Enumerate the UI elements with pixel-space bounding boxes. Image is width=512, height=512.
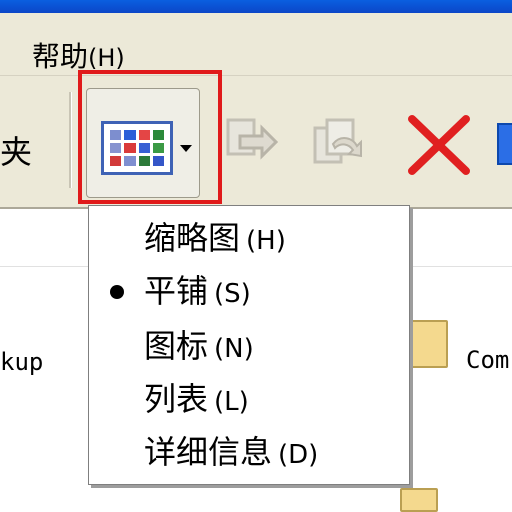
selected-bullet-icon <box>110 285 124 299</box>
toolbar-separator <box>69 92 72 188</box>
menu-help-accel: (H) <box>88 44 125 72</box>
view-menu-item-accel: (L) <box>214 387 249 417</box>
undo-icon[interactable] <box>497 123 512 165</box>
folder-icon[interactable] <box>410 320 448 368</box>
file-name-fragment-right[interactable]: Com <box>466 346 509 374</box>
menu-bar: 帮助(H) <box>0 13 512 76</box>
delete-icon[interactable] <box>404 113 474 177</box>
window-title-bar <box>0 0 512 13</box>
view-menu-item-accel: (D) <box>278 440 319 470</box>
view-menu-item-thumbnails[interactable]: 缩略图 (H) <box>144 220 286 259</box>
view-menu-item-label: 图标 <box>144 327 209 365</box>
view-menu-item-label: 缩略图 <box>144 219 241 257</box>
view-menu-item-accel: (N) <box>214 334 254 364</box>
view-menu-item-label: 平铺 <box>144 272 209 310</box>
view-menu-item-icons[interactable]: 图标 (N) <box>144 328 254 367</box>
folder-icon[interactable] <box>400 488 438 512</box>
move-to-icon <box>226 118 278 160</box>
view-menu-item-accel: (S) <box>214 279 251 309</box>
menu-help[interactable]: 帮助(H) <box>32 35 125 75</box>
view-menu-item-list[interactable]: 列表 (L) <box>144 381 249 420</box>
menu-help-label: 帮助 <box>32 40 89 73</box>
view-menu-item-label: 详细信息 <box>144 433 273 471</box>
file-name-fragment-left[interactable]: kup <box>0 348 43 376</box>
view-menu-item-tiles[interactable]: 平铺 (S) <box>144 273 251 312</box>
copy-to-icon <box>313 118 362 164</box>
highlight-annotation <box>78 70 222 204</box>
folders-button-label-fragment[interactable]: 夹 <box>0 127 32 173</box>
view-menu-item-label: 列表 <box>144 380 209 418</box>
view-menu-item-details[interactable]: 详细信息 (D) <box>144 434 318 473</box>
view-menu-item-accel: (H) <box>246 226 286 256</box>
